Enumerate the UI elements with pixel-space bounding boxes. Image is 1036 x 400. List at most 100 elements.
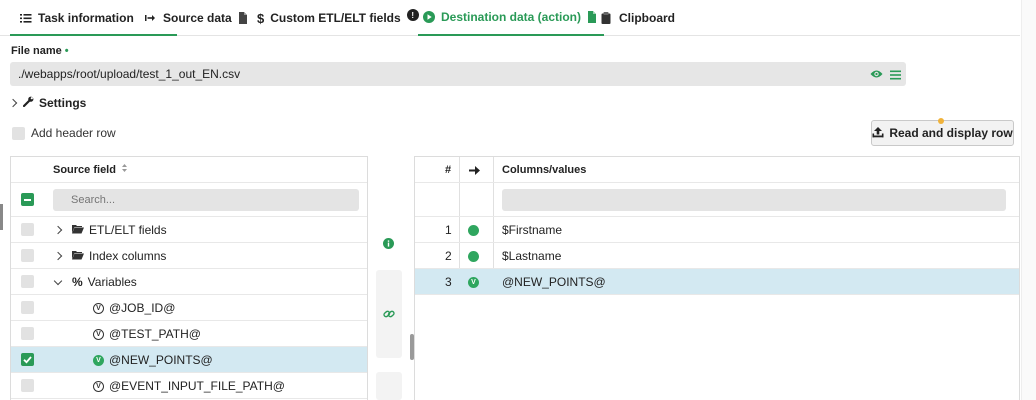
row-checkbox[interactable] (21, 223, 34, 236)
destination-filter-row (415, 183, 1019, 217)
source-row-event-input-file-path[interactable]: V @EVENT_INPUT_FILE_PATH@ (11, 373, 367, 399)
tab-custom-etl-elt-fields[interactable]: $ Custom ETL/ELT fields ! (257, 0, 419, 36)
source-row-test-path[interactable]: V @TEST_PATH@ (11, 321, 367, 347)
source-row-new-points[interactable]: V @NEW_POINTS@ (11, 347, 367, 373)
info-badge-icon: ! (406, 9, 419, 21)
source-field-panel: Source field ETL/ELT fields (10, 156, 368, 400)
destination-row-2[interactable]: 2 $Lastname (415, 243, 1019, 269)
percent-icon: % (72, 275, 83, 289)
add-header-row[interactable]: Add header row (12, 126, 116, 140)
link-icon[interactable] (383, 308, 395, 323)
tree-node: % Variables (53, 275, 137, 289)
chevron-right-icon (8, 98, 18, 108)
variable-node: V @JOB_ID@ (93, 301, 175, 315)
list-icon (20, 12, 32, 24)
tab-label: Source data (163, 11, 232, 25)
variable-node: V @TEST_PATH@ (93, 327, 201, 341)
read-button-label: Read and display row (889, 126, 1013, 140)
row-number: 3 (445, 275, 452, 289)
document-icon (587, 11, 599, 23)
destination-row-3[interactable]: 3 V @NEW_POINTS@ (415, 269, 1019, 295)
chevron-right-icon[interactable] (53, 251, 63, 261)
tree-node-label: Variables (87, 275, 137, 289)
tree-node: Index columns (53, 249, 166, 263)
tab-label: Clipboard (619, 11, 675, 25)
variable-icon: V (468, 269, 479, 295)
right-scrollbar[interactable] (1021, 0, 1036, 400)
variable-label: @EVENT_INPUT_FILE_PATH@ (109, 379, 285, 393)
status-dot-icon (468, 217, 479, 243)
info-icon[interactable] (383, 238, 394, 252)
variable-icon: V (93, 302, 104, 314)
required-mark: • (64, 45, 69, 57)
left-edge-handle[interactable] (0, 204, 3, 230)
wrench-icon (22, 96, 34, 110)
tab-clipboard[interactable]: Clipboard (601, 0, 675, 36)
menu-icon[interactable] (890, 69, 901, 83)
columns-values-header: Columns/values (502, 164, 587, 176)
source-search-input[interactable] (53, 189, 359, 211)
tree-node-label: ETL/ELT fields (89, 223, 167, 237)
tab-source-data[interactable]: Source data (145, 0, 250, 36)
source-row-job-id[interactable]: V @JOB_ID@ (11, 295, 367, 321)
tab-label: Custom ETL/ELT fields (270, 11, 401, 25)
add-header-checkbox[interactable] (12, 126, 25, 140)
file-name-label: File name • (11, 45, 69, 57)
source-header-row: Source field (11, 157, 367, 183)
column-value: @NEW_POINTS@ (502, 275, 606, 289)
variable-icon: V (93, 328, 104, 340)
settings-label: Settings (39, 96, 87, 110)
variable-icon: V (93, 354, 104, 366)
row-checkbox[interactable] (21, 249, 34, 262)
row-checkbox[interactable] (21, 275, 34, 288)
source-field-header[interactable]: Source field (53, 163, 128, 176)
folder-open-icon (72, 249, 84, 263)
read-and-display-row-button[interactable]: Read and display row (871, 120, 1014, 146)
variable-label: @NEW_POINTS@ (109, 353, 213, 367)
variable-label: @TEST_PATH@ (109, 327, 201, 341)
destination-header-row: # Columns/values (415, 157, 1019, 183)
eye-icon[interactable] (870, 68, 883, 83)
destination-filter-input[interactable] (502, 189, 1006, 211)
tab-bar: Task information Source data $ Custom ET… (0, 0, 1020, 36)
notification-dot (938, 118, 944, 124)
add-header-label: Add header row (31, 126, 116, 140)
upload-icon (872, 126, 884, 141)
variable-node: V @NEW_POINTS@ (93, 353, 213, 367)
settings-toggle[interactable]: Settings (8, 96, 87, 110)
tab-label: Destination data (action) (441, 10, 582, 24)
clipboard-icon (601, 12, 613, 24)
select-all-checkbox[interactable] (21, 193, 34, 206)
destination-row-1[interactable]: 1 $Firstname (415, 217, 1019, 243)
variable-label: @JOB_ID@ (109, 301, 176, 315)
source-row-index-columns[interactable]: Index columns (11, 243, 367, 269)
tab-task-information[interactable]: Task information (20, 0, 134, 36)
row-checkbox[interactable] (21, 327, 34, 340)
document-icon (238, 12, 250, 24)
play-circle-icon (423, 11, 435, 23)
tab-destination-data[interactable]: Destination data (action) (418, 0, 605, 36)
source-row-variables[interactable]: % Variables (11, 269, 367, 295)
chevron-down-icon[interactable] (53, 276, 63, 285)
row-number: 2 (445, 249, 452, 263)
column-value: $Lastname (502, 249, 562, 263)
status-dot-icon (468, 243, 479, 269)
row-number: 1 (445, 223, 452, 237)
chevron-right-icon[interactable] (53, 225, 63, 235)
row-checkbox[interactable] (21, 301, 34, 314)
file-name-label-text: File name (11, 45, 62, 57)
mapping-column-lower (376, 372, 402, 400)
source-header-label: Source field (53, 163, 116, 176)
variable-node: V @EVENT_INPUT_FILE_PATH@ (93, 379, 285, 393)
import-arrow-icon (145, 12, 157, 24)
folder-open-icon (72, 223, 84, 237)
source-row-etl-elt-fields[interactable]: ETL/ELT fields (11, 217, 367, 243)
arrow-right-icon (469, 157, 481, 183)
sort-icon[interactable] (121, 163, 128, 176)
destination-columns-panel: # Columns/values 1 $Firstname 2 $Lastnam… (414, 156, 1020, 400)
file-name-input[interactable] (10, 62, 906, 86)
number-column-header: # (445, 164, 452, 176)
row-checkbox[interactable] (21, 379, 34, 392)
column-value: $Firstname (502, 223, 563, 237)
row-checkbox-checked[interactable] (21, 353, 34, 366)
